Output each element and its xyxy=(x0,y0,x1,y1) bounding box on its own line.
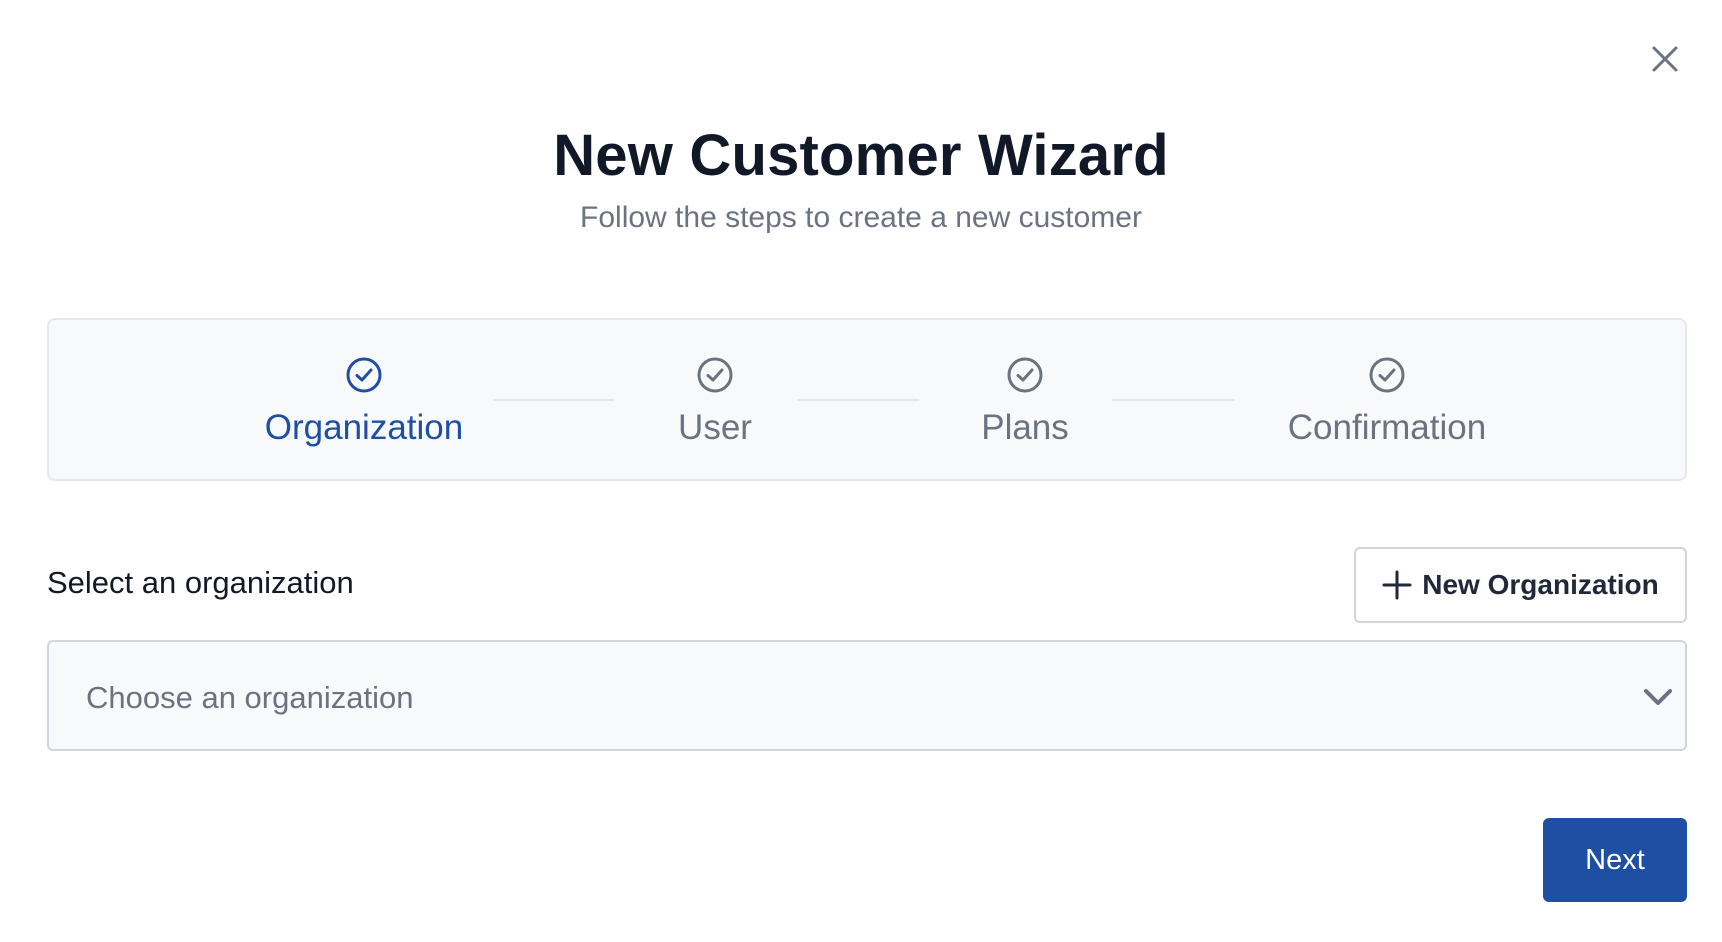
select-organization-label: Select an organization xyxy=(47,565,354,600)
new-organization-button[interactable]: New Organization xyxy=(1354,547,1687,623)
organization-select-placeholder: Choose an organization xyxy=(86,680,414,715)
check-circle-icon xyxy=(1369,357,1405,393)
organization-select[interactable]: Choose an organization xyxy=(47,640,1687,751)
new-customer-wizard-dialog: New Customer Wizard Follow the steps to … xyxy=(0,0,1722,942)
plus-icon xyxy=(1382,570,1412,600)
check-circle-icon xyxy=(697,357,733,393)
step-connector xyxy=(1112,399,1235,401)
step-confirmation[interactable]: Confirmation xyxy=(1269,356,1505,448)
close-icon xyxy=(1652,46,1678,72)
step-user[interactable]: User xyxy=(649,356,781,448)
next-button-label: Next xyxy=(1585,843,1645,876)
step-label: User xyxy=(678,408,752,447)
dialog-title: New Customer Wizard xyxy=(553,123,1169,188)
step-connector xyxy=(797,399,919,401)
step-label: Organization xyxy=(264,408,464,447)
wizard-stepper: Organization User Plans Confirmation xyxy=(47,318,1687,481)
step-connector xyxy=(494,399,614,401)
next-button[interactable]: Next xyxy=(1543,818,1687,902)
chevron-down-icon xyxy=(1644,689,1672,705)
check-circle-icon xyxy=(1007,357,1043,393)
dialog-subtitle: Follow the steps to create a new custome… xyxy=(580,201,1142,234)
dialog-header: New Customer Wizard Follow the steps to … xyxy=(0,122,1722,235)
close-button[interactable] xyxy=(1649,43,1681,75)
step-organization[interactable]: Organization xyxy=(247,356,481,448)
step-label: Plans xyxy=(981,408,1069,447)
step-plans[interactable]: Plans xyxy=(957,356,1093,448)
new-organization-button-label: New Organization xyxy=(1422,569,1659,600)
step-label: Confirmation xyxy=(1287,408,1487,447)
check-circle-icon xyxy=(346,357,382,393)
